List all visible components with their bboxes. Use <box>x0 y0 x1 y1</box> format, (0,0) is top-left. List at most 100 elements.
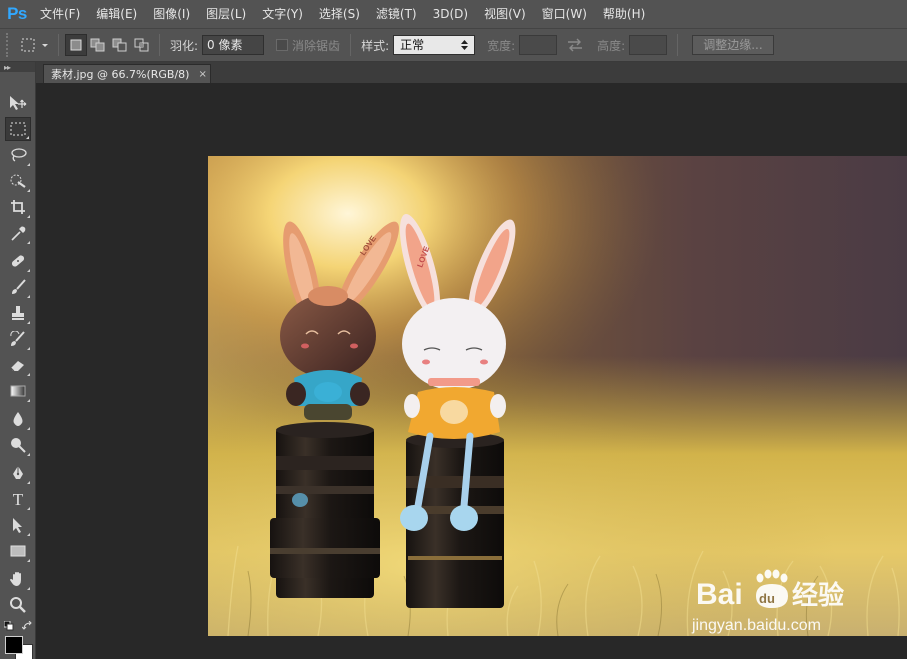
tool-flyout-indicator <box>27 507 30 510</box>
history-brush-tool[interactable] <box>5 327 31 351</box>
options-bar-grip[interactable] <box>6 33 12 57</box>
path-select-icon <box>13 518 22 533</box>
crop-icon <box>11 200 25 214</box>
rect-marquee-tool[interactable] <box>5 117 31 141</box>
tools-panel-collapse[interactable]: ▸▸ <box>0 62 35 72</box>
document-tab-bar: 素材.jpg @ 66.7%(RGB/8) × <box>36 62 907 83</box>
menu-edit[interactable]: 编辑(E) <box>88 0 145 28</box>
move-tool[interactable] <box>5 91 31 115</box>
foreground-color-swatch[interactable] <box>5 636 23 654</box>
rectangle-shape-tool[interactable] <box>5 539 31 563</box>
menu-bar: Ps 文件(F) 编辑(E) 图像(I) 图层(L) 文字(Y) 选择(S) 滤… <box>0 0 907 28</box>
height-input[interactable] <box>629 35 668 55</box>
feather-input[interactable]: 0 像素 <box>202 35 265 55</box>
menu-select[interactable]: 选择(S) <box>311 0 368 28</box>
quick-select-tool[interactable] <box>5 169 31 193</box>
photo-bunnies-on-lenses: LOVE LOVE Bai du 经验 jingyan.baidu.com <box>208 156 907 636</box>
photoshop-logo: Ps <box>7 4 27 23</box>
history-brush-icon <box>10 331 25 346</box>
separator <box>677 34 679 56</box>
pen-tool[interactable] <box>5 461 31 485</box>
brush-tool[interactable] <box>5 275 31 299</box>
swap-dimensions-icon[interactable] <box>563 38 587 52</box>
gradient-tool[interactable] <box>5 379 31 403</box>
type-icon: T <box>12 489 24 509</box>
menu-view[interactable]: 视图(V) <box>476 0 534 28</box>
default-colors-icon[interactable] <box>4 621 14 631</box>
style-label: 样式: <box>361 38 390 53</box>
eraser-tool[interactable] <box>5 353 31 377</box>
new-selection-icon <box>70 39 82 51</box>
swap-colors-icon[interactable] <box>22 621 34 631</box>
menu-type[interactable]: 文字(Y) <box>254 0 311 28</box>
lasso-tool[interactable] <box>5 143 31 167</box>
intersect-selection-icon <box>134 38 149 52</box>
antialias-label: 消除锯齿 <box>292 38 341 53</box>
blur-tool[interactable] <box>5 407 31 431</box>
menu-filter[interactable]: 滤镜(T) <box>368 0 425 28</box>
style-select-value: 正常 <box>400 38 425 52</box>
tool-flyout-indicator <box>27 241 30 244</box>
subtract-from-selection-button[interactable] <box>109 34 131 56</box>
menu-file[interactable]: 文件(F) <box>32 0 88 28</box>
brush-icon <box>12 279 26 294</box>
dodge-tool[interactable] <box>5 433 31 457</box>
type-tool[interactable]: T <box>5 487 31 511</box>
add-to-selection-button[interactable] <box>87 34 109 56</box>
watermark-url: jingyan.baidu.com <box>691 617 821 634</box>
canvas-area[interactable]: LOVE LOVE Bai du 经验 jingyan.baidu.com <box>36 83 907 659</box>
healing-brush-tool[interactable] <box>5 249 31 273</box>
rectangle-shape-icon <box>10 545 26 557</box>
gradient-icon <box>10 385 26 397</box>
intersect-selection-button[interactable] <box>131 34 153 56</box>
rect-marquee-icon <box>10 122 26 136</box>
width-label: 宽度: <box>487 38 516 53</box>
tool-flyout-indicator <box>27 347 30 350</box>
watermark-brand-right: 经验 <box>792 580 844 611</box>
path-select-tool[interactable] <box>5 513 31 537</box>
close-icon[interactable]: × <box>198 69 206 80</box>
width-input[interactable] <box>519 35 558 55</box>
zoom-tool[interactable] <box>5 593 31 617</box>
watermark-brand-paw: du <box>759 591 775 606</box>
tool-flyout-indicator <box>27 189 30 192</box>
tool-flyout-indicator <box>27 215 30 218</box>
new-selection-button[interactable] <box>65 34 87 56</box>
blur-icon <box>13 412 23 426</box>
tool-flyout-indicator <box>27 533 30 536</box>
menu-3d[interactable]: 3D(D) <box>425 0 476 28</box>
dodge-icon <box>11 438 26 453</box>
tool-flyout-indicator <box>27 559 30 562</box>
refine-edge-button[interactable]: 调整边缘... <box>692 35 774 55</box>
subtract-selection-icon <box>112 38 127 52</box>
document-tab[interactable]: 素材.jpg @ 66.7%(RGB/8) × <box>43 64 211 83</box>
crop-tool[interactable] <box>5 195 31 219</box>
eraser-icon <box>10 361 24 372</box>
tool-flyout-indicator <box>26 136 29 139</box>
add-selection-icon <box>90 38 105 52</box>
tool-flyout-indicator <box>27 427 30 430</box>
style-select[interactable]: 正常 <box>393 35 476 55</box>
tool-flyout-indicator <box>27 163 30 166</box>
clone-stamp-icon <box>12 306 24 320</box>
tool-flyout-indicator <box>27 373 30 376</box>
hand-icon <box>10 572 21 586</box>
tool-flyout-indicator <box>27 399 30 402</box>
document-image[interactable]: LOVE LOVE Bai du 经验 jingyan.baidu.com <box>208 156 907 636</box>
watermark-brand-left: Bai <box>696 578 743 611</box>
antialias-checkbox[interactable] <box>276 39 289 51</box>
hand-tool[interactable] <box>5 567 31 591</box>
quick-select-icon <box>10 174 26 188</box>
clone-stamp-tool[interactable] <box>5 301 31 325</box>
menu-image[interactable]: 图像(I) <box>145 0 198 28</box>
tool-flyout-indicator <box>27 269 30 272</box>
eyedropper-tool[interactable] <box>5 221 31 245</box>
separator <box>350 34 352 56</box>
separator <box>58 34 59 56</box>
lasso-icon <box>11 148 27 162</box>
document-tab-title: 素材.jpg @ 66.7%(RGB/8) <box>51 68 190 81</box>
menu-layer[interactable]: 图层(L) <box>198 0 254 28</box>
menu-window[interactable]: 窗口(W) <box>534 0 595 28</box>
tool-preset-picker[interactable] <box>18 34 52 56</box>
menu-help[interactable]: 帮助(H) <box>595 0 653 28</box>
